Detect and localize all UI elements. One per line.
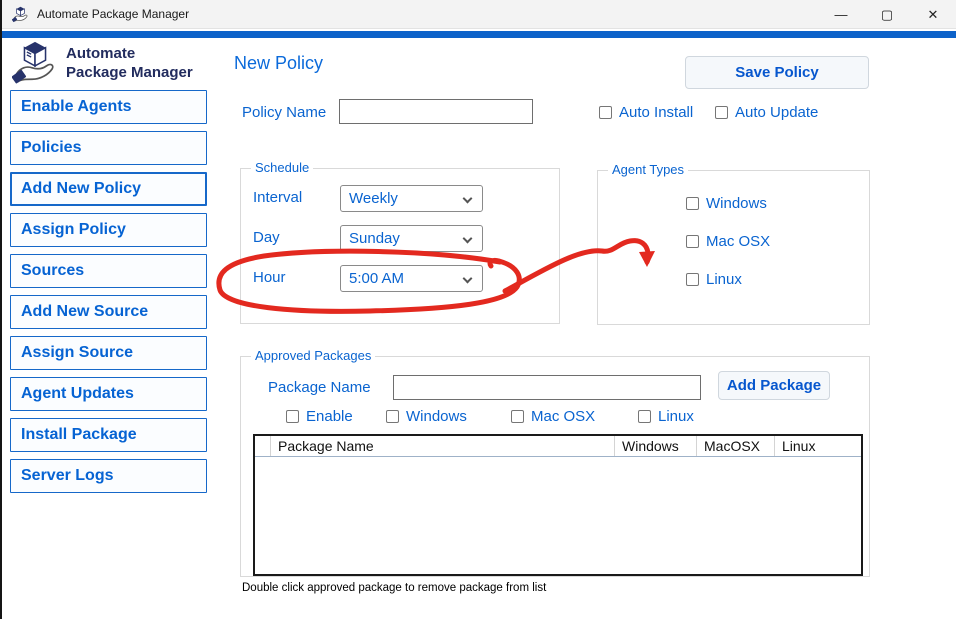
page-title: New Policy [234,53,323,74]
pkg-macosx-label: Mac OSX [531,408,595,425]
sidebar-item-policies[interactable]: Policies [10,131,207,165]
schedule-groupbox: Schedule Interval Weekly Day Sunday Hour… [240,168,560,324]
sidebar-item-enable-agents[interactable]: Enable Agents [10,90,207,124]
app-icon [12,6,29,23]
policy-name-input[interactable] [339,99,533,124]
package-name-label: Package Name [268,379,371,396]
auto-update-label: Auto Update [735,104,818,121]
agent-linux-row: Linux [686,271,742,288]
auto-install-label: Auto Install [619,104,693,121]
pkg-linux-row: Linux [638,408,694,425]
pkg-windows-row: Windows [386,408,467,425]
sidebar-item-add-new-policy[interactable]: Add New Policy [10,172,207,206]
interval-select[interactable]: Weekly [340,185,483,212]
pkg-enable-checkbox[interactable] [286,410,299,423]
minimize-icon[interactable]: — [818,0,864,29]
chevron-down-icon [463,234,473,244]
auto-install-checkbox[interactable] [599,106,612,119]
day-label: Day [253,229,280,246]
table-header-stub [255,436,271,456]
table-header-windows: Windows [615,436,697,456]
table-header-row: Package Name Windows MacOSX Linux [255,436,861,457]
agent-windows-label: Windows [706,195,767,212]
accent-strip [2,31,956,38]
save-policy-button[interactable]: Save Policy [685,56,869,89]
day-select[interactable]: Sunday [340,225,483,252]
hour-label: Hour [253,269,286,286]
approved-packages-table[interactable]: Package Name Windows MacOSX Linux [253,434,863,576]
chevron-down-icon [463,274,473,284]
agent-macosx-row: Mac OSX [686,233,770,250]
app-logo: Automate Package Manager [12,40,193,86]
close-icon[interactable]: ✕ [910,0,956,29]
approved-packages-groupbox: Approved Packages Package Name Add Packa… [240,356,870,577]
hour-select[interactable]: 5:00 AM [340,265,483,292]
policy-name-label: Policy Name [242,104,326,121]
title-bar: Automate Package Manager — ▢ ✕ [2,0,956,29]
logo-icon [12,40,58,86]
pkg-enable-label: Enable [306,408,353,425]
table-header-linux: Linux [775,436,861,456]
chevron-down-icon [463,194,473,204]
logo-text: Automate Package Manager [66,44,193,83]
maximize-icon[interactable]: ▢ [864,0,910,29]
sidebar-item-assign-policy[interactable]: Assign Policy [10,213,207,247]
interval-label: Interval [253,189,302,206]
auto-update-checkbox[interactable] [715,106,728,119]
auto-update-checkbox-row: Auto Update [715,104,818,121]
agent-windows-row: Windows [686,195,767,212]
pkg-windows-checkbox[interactable] [386,410,399,423]
pkg-macosx-checkbox[interactable] [511,410,524,423]
agent-types-legend: Agent Types [608,162,688,177]
pkg-linux-checkbox[interactable] [638,410,651,423]
schedule-legend: Schedule [251,160,313,175]
agent-windows-checkbox[interactable] [686,197,699,210]
add-package-button[interactable]: Add Package [718,371,830,400]
pkg-enable-row: Enable [286,408,353,425]
sidebar-item-assign-source[interactable]: Assign Source [10,336,207,370]
table-body-empty [255,457,861,576]
sidebar-item-sources[interactable]: Sources [10,254,207,288]
window-title: Automate Package Manager [37,7,189,21]
agent-linux-label: Linux [706,271,742,288]
pkg-macosx-row: Mac OSX [511,408,595,425]
sidebar-item-server-logs[interactable]: Server Logs [10,459,207,493]
sidebar-item-install-package[interactable]: Install Package [10,418,207,452]
approved-packages-legend: Approved Packages [251,348,375,363]
pkg-windows-label: Windows [406,408,467,425]
app-window: Automate Package Manager — ▢ ✕ Automate … [0,0,956,619]
pkg-linux-label: Linux [658,408,694,425]
agent-types-groupbox: Agent Types Windows Mac OSX Linux [597,170,870,325]
sidebar-item-agent-updates[interactable]: Agent Updates [10,377,207,411]
auto-install-checkbox-row: Auto Install [599,104,693,121]
agent-macosx-label: Mac OSX [706,233,770,250]
sidebar-item-add-new-source[interactable]: Add New Source [10,295,207,329]
agent-macosx-checkbox[interactable] [686,235,699,248]
remove-package-hint: Double click approved package to remove … [242,582,546,594]
table-header-package-name: Package Name [271,436,615,456]
table-header-macosx: MacOSX [697,436,775,456]
sidebar: Enable Agents Policies Add New Policy As… [10,90,207,500]
package-name-input[interactable] [393,375,701,400]
agent-linux-checkbox[interactable] [686,273,699,286]
